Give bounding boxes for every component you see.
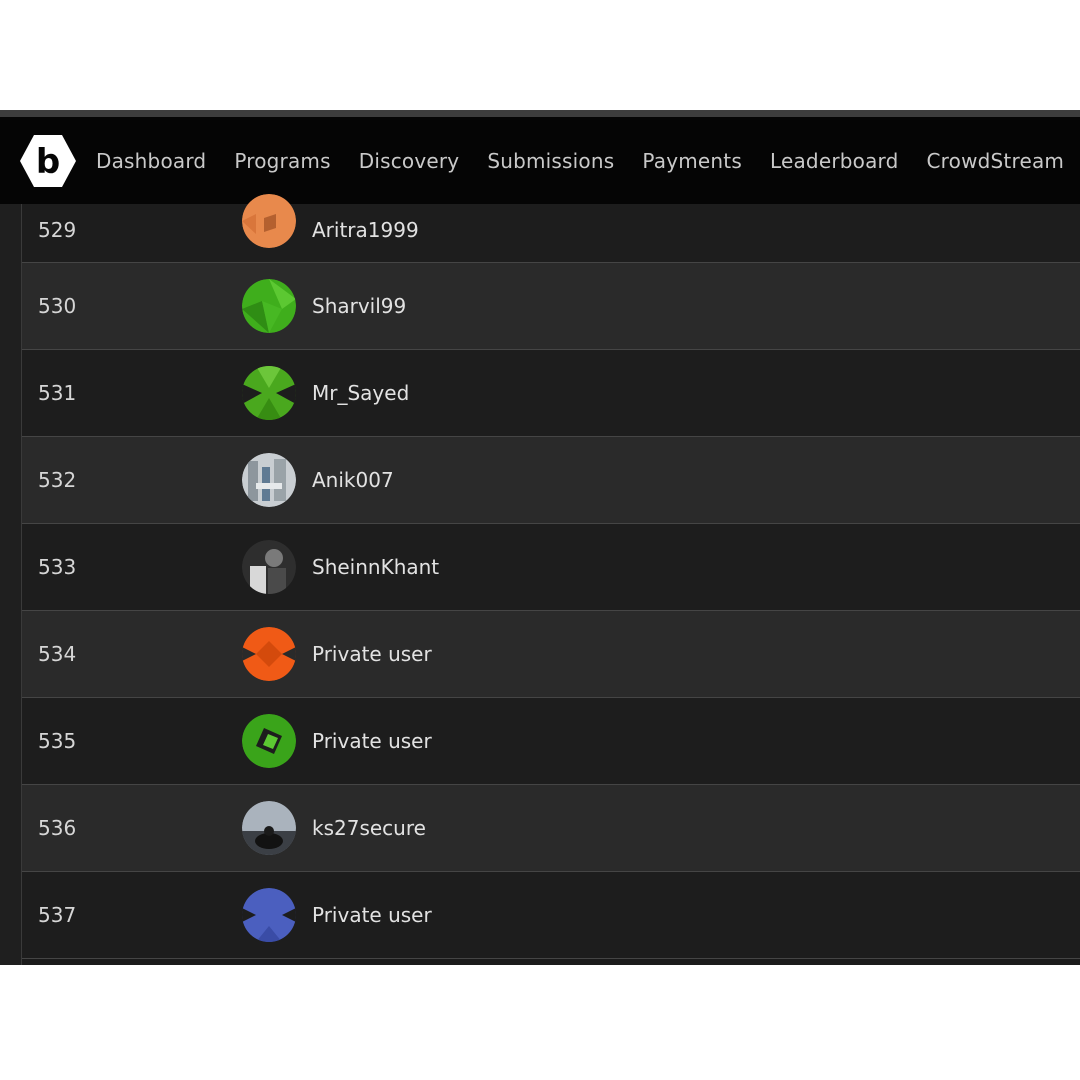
green-geometric-avatar-icon[interactable]	[242, 366, 296, 420]
nav-discovery[interactable]: Discovery	[359, 149, 460, 173]
rank-number: 531	[38, 381, 77, 405]
rank-number: 529	[38, 218, 77, 242]
rank-number: 536	[38, 816, 77, 840]
table-row[interactable]: 534 Private user	[22, 611, 1080, 698]
rank-number: 537	[38, 903, 77, 927]
blue-geometric-avatar-icon[interactable]	[242, 888, 296, 942]
table-row[interactable]: 532 Anik007	[22, 437, 1080, 524]
nav-payments[interactable]: Payments	[642, 149, 742, 173]
orange-geometric-avatar-icon[interactable]	[242, 194, 296, 248]
green-geometric-avatar-icon[interactable]	[242, 714, 296, 768]
rank-number: 530	[38, 294, 77, 318]
username-link[interactable]: ks27secure	[312, 816, 426, 840]
nav-programs[interactable]: Programs	[234, 149, 330, 173]
rank-number: 534	[38, 642, 77, 666]
table-row[interactable]: 533 SheinnKhant	[22, 524, 1080, 611]
nav-dashboard[interactable]: Dashboard	[96, 149, 206, 173]
rank-number: 535	[38, 729, 77, 753]
photo-avatar-icon[interactable]	[242, 453, 296, 507]
leaderboard-table: 529 Aritra1999 530 Sharvil99 531 Mr_Saye…	[22, 194, 1080, 959]
username-link[interactable]: Private user	[312, 903, 432, 927]
username-link[interactable]: Private user	[312, 642, 432, 666]
username-link[interactable]: Private user	[312, 729, 432, 753]
username-link[interactable]: Mr_Sayed	[312, 381, 409, 405]
nav-leaderboard[interactable]: Leaderboard	[770, 149, 899, 173]
table-row[interactable]: 535 Private user	[22, 698, 1080, 785]
nav-crowdstream[interactable]: CrowdStream	[927, 149, 1065, 173]
bugcrowd-logo-icon[interactable]: b	[20, 133, 76, 189]
username-link[interactable]: Aritra1999	[312, 218, 419, 242]
top-navbar: b Dashboard Programs Discovery Submissio…	[0, 117, 1080, 204]
window-top-border	[0, 110, 1080, 117]
username-link[interactable]: Anik007	[312, 468, 394, 492]
table-row[interactable]: 537 Private user	[22, 872, 1080, 959]
table-row[interactable]: 530 Sharvil99	[22, 263, 1080, 350]
green-geometric-avatar-icon[interactable]	[242, 279, 296, 333]
left-sidebar-strip	[0, 204, 22, 965]
username-link[interactable]: Sharvil99	[312, 294, 406, 318]
photo-avatar-icon[interactable]	[242, 540, 296, 594]
photo-avatar-icon[interactable]	[242, 801, 296, 855]
nav-submissions[interactable]: Submissions	[487, 149, 614, 173]
rank-number: 533	[38, 555, 77, 579]
app-window: b Dashboard Programs Discovery Submissio…	[0, 110, 1080, 965]
username-link[interactable]: SheinnKhant	[312, 555, 439, 579]
logo-letter: b	[36, 142, 60, 182]
table-row[interactable]: 531 Mr_Sayed	[22, 350, 1080, 437]
orange-geometric-avatar-icon[interactable]	[242, 627, 296, 681]
table-row[interactable]: 529 Aritra1999	[22, 194, 1080, 263]
table-row[interactable]: 536 ks27secure	[22, 785, 1080, 872]
rank-number: 532	[38, 468, 77, 492]
